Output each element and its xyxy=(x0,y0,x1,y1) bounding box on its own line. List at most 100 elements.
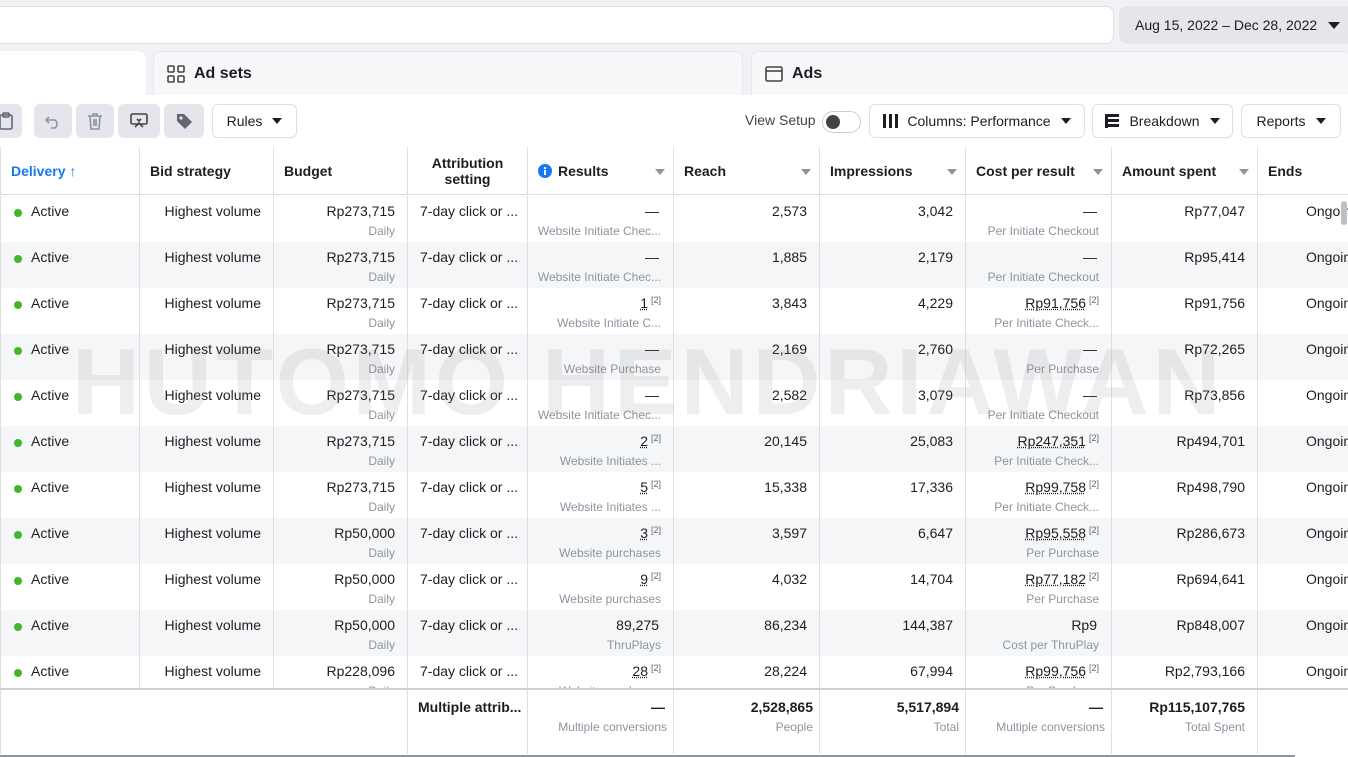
table-row[interactable]: Active Highest volume Rp273,715 Daily 7-day … xyxy=(0,288,1348,334)
results-number[interactable]: 1 xyxy=(640,295,648,311)
header-label: Attribution setting xyxy=(431,154,504,187)
reach-value: 3,843 xyxy=(771,295,807,311)
cell-bid: Highest volume xyxy=(140,288,274,334)
results-type: Website Initiates ... xyxy=(559,500,661,514)
column-header-results[interactable]: Results xyxy=(528,147,674,195)
cell-results: 9 [2] Website purchases xyxy=(528,564,674,610)
impressions-value: 25,083 xyxy=(910,433,953,449)
cost-per-result-number[interactable]: Rp95,558 xyxy=(1025,525,1086,541)
results-number[interactable]: — xyxy=(645,203,659,219)
vertical-scrollbar[interactable] xyxy=(1341,201,1347,225)
cost-per-result-number[interactable]: — xyxy=(1083,387,1097,403)
cost-per-result-number[interactable]: — xyxy=(1083,249,1097,265)
tab-ad-sets[interactable]: Ad sets xyxy=(153,51,743,95)
budget-value: Rp50,000 xyxy=(334,525,395,541)
results-value: 1 [2] xyxy=(640,295,661,311)
cost-per-result-number[interactable]: Rp247,351 xyxy=(1017,433,1086,449)
reach-value: 1,885 xyxy=(771,249,807,265)
tag-button[interactable] xyxy=(164,104,204,138)
bid-strategy-value: Highest volume xyxy=(164,387,262,403)
bid-strategy-value: Highest volume xyxy=(164,203,262,219)
cost-per-result-number[interactable]: — xyxy=(1083,341,1097,357)
cost-per-result-number[interactable]: — xyxy=(1083,203,1097,219)
impressions-value: 144,387 xyxy=(902,617,953,633)
toolbar: Rules View Setup Columns: Performance Br… xyxy=(0,95,1348,147)
status-active-dot-icon xyxy=(14,439,22,447)
column-header-amount-spent[interactable]: Amount spent xyxy=(1112,147,1258,195)
impressions-value: 3,079 xyxy=(917,387,953,403)
results-value: — xyxy=(645,341,659,357)
column-header-bid-strategy[interactable]: Bid strategy xyxy=(140,147,274,195)
results-number[interactable]: 9 xyxy=(640,571,648,587)
results-number[interactable]: — xyxy=(645,249,659,265)
reports-dropdown[interactable]: Reports xyxy=(1241,104,1341,138)
cost-per-result-type: Per Purchase xyxy=(1026,546,1099,560)
column-header-impressions[interactable]: Impressions xyxy=(820,147,966,195)
cell-attr: 7-day click or ... xyxy=(408,472,528,518)
cell-impr: 3,042 xyxy=(820,196,966,242)
results-number[interactable]: 28 xyxy=(632,663,648,679)
cost-per-result-number[interactable]: Rp99,756 xyxy=(1025,663,1086,679)
search-filter-bar[interactable] xyxy=(0,6,1114,44)
cell-spent: Rp694,641 xyxy=(1112,564,1258,610)
table-row[interactable]: Active Highest volume Rp273,715 Daily 7-day … xyxy=(0,196,1348,242)
delete-button[interactable] xyxy=(76,104,114,138)
results-footnote: [2] xyxy=(650,479,661,489)
bid-strategy-value: Highest volume xyxy=(164,295,262,311)
undo-button[interactable] xyxy=(34,104,72,138)
chevron-down-icon xyxy=(1328,22,1340,29)
copy-button[interactable] xyxy=(0,104,22,138)
delivery-status: Active xyxy=(31,341,70,357)
results-number[interactable]: 5 xyxy=(640,479,648,495)
ab-test-button[interactable] xyxy=(118,104,160,138)
sort-caret-icon[interactable] xyxy=(947,169,957,175)
table-row[interactable]: Active Highest volume Rp50,000 Daily 7-day c… xyxy=(0,564,1348,610)
tab-campaigns[interactable] xyxy=(0,51,146,95)
header-label: Reach xyxy=(684,162,727,179)
cost-per-result-number[interactable]: Rp91,756 xyxy=(1025,295,1086,311)
attribution-value: 7-day click or ... xyxy=(420,249,519,265)
table-row[interactable]: Active Highest volume Rp273,715 Daily 7-day … xyxy=(0,242,1348,288)
column-header-reach[interactable]: Reach xyxy=(674,147,820,195)
column-header-cost-per-result[interactable]: Cost per result xyxy=(966,147,1112,195)
column-header-attribution[interactable]: Attribution setting xyxy=(408,147,528,195)
breakdown-dropdown[interactable]: Breakdown xyxy=(1092,104,1233,138)
table-row[interactable]: Active Highest volume Rp50,000 Daily 7-day c… xyxy=(0,518,1348,564)
tab-ads[interactable]: Ads xyxy=(751,51,1348,95)
results-number[interactable]: 89,275 xyxy=(616,617,659,633)
column-header-budget[interactable]: Budget xyxy=(274,147,408,195)
results-number[interactable]: 3 xyxy=(640,525,648,541)
cost-per-result-number[interactable]: Rp99,758 xyxy=(1025,479,1086,495)
column-header-delivery[interactable]: Delivery ↑ xyxy=(0,147,140,195)
view-setup-toggle[interactable] xyxy=(822,111,861,133)
columns-dropdown[interactable]: Columns: Performance xyxy=(869,104,1085,138)
cost-per-result-footnote: [2] xyxy=(1088,525,1099,535)
table-row[interactable]: Active Highest volume Rp273,715 Daily 7-day … xyxy=(0,426,1348,472)
table-row[interactable]: Active Highest volume Rp50,000 Daily 7-day c… xyxy=(0,610,1348,656)
table-row[interactable]: Active Highest volume Rp273,715 Daily 7-day … xyxy=(0,380,1348,426)
tab-ad-sets-label: Ad sets xyxy=(194,64,252,82)
budget-period: Daily xyxy=(368,362,395,376)
date-range-picker[interactable]: Aug 15, 2022 – Dec 28, 2022 xyxy=(1119,6,1348,44)
footer-impressions-sub: Total xyxy=(933,720,959,734)
cell-budget: Rp50,000 Daily xyxy=(274,610,408,656)
results-number[interactable]: 2 xyxy=(640,433,648,449)
table-row[interactable]: Active Highest volume Rp273,715 Daily 7-day … xyxy=(0,472,1348,518)
cost-per-result-number[interactable]: Rp9 xyxy=(1071,617,1097,633)
sort-caret-icon[interactable] xyxy=(801,169,811,175)
reports-label: Reports xyxy=(1256,113,1306,129)
sort-caret-icon[interactable] xyxy=(1093,169,1103,175)
sort-caret-icon[interactable] xyxy=(1239,169,1249,175)
rules-dropdown[interactable]: Rules xyxy=(212,104,297,138)
results-number[interactable]: — xyxy=(645,341,659,357)
impressions-value: 2,179 xyxy=(917,249,953,265)
cost-per-result-number[interactable]: Rp77,182 xyxy=(1025,571,1086,587)
column-header-ends[interactable]: Ends xyxy=(1258,147,1348,195)
delivery-status: Active xyxy=(31,249,70,265)
cell-delivery: Active xyxy=(0,472,140,518)
results-number[interactable]: — xyxy=(645,387,659,403)
results-type: Website purchases xyxy=(559,592,661,606)
cell-attr: 7-day click or ... xyxy=(408,518,528,564)
table-row[interactable]: Active Highest volume Rp273,715 Daily 7-day … xyxy=(0,334,1348,380)
sort-caret-icon[interactable] xyxy=(655,169,665,175)
